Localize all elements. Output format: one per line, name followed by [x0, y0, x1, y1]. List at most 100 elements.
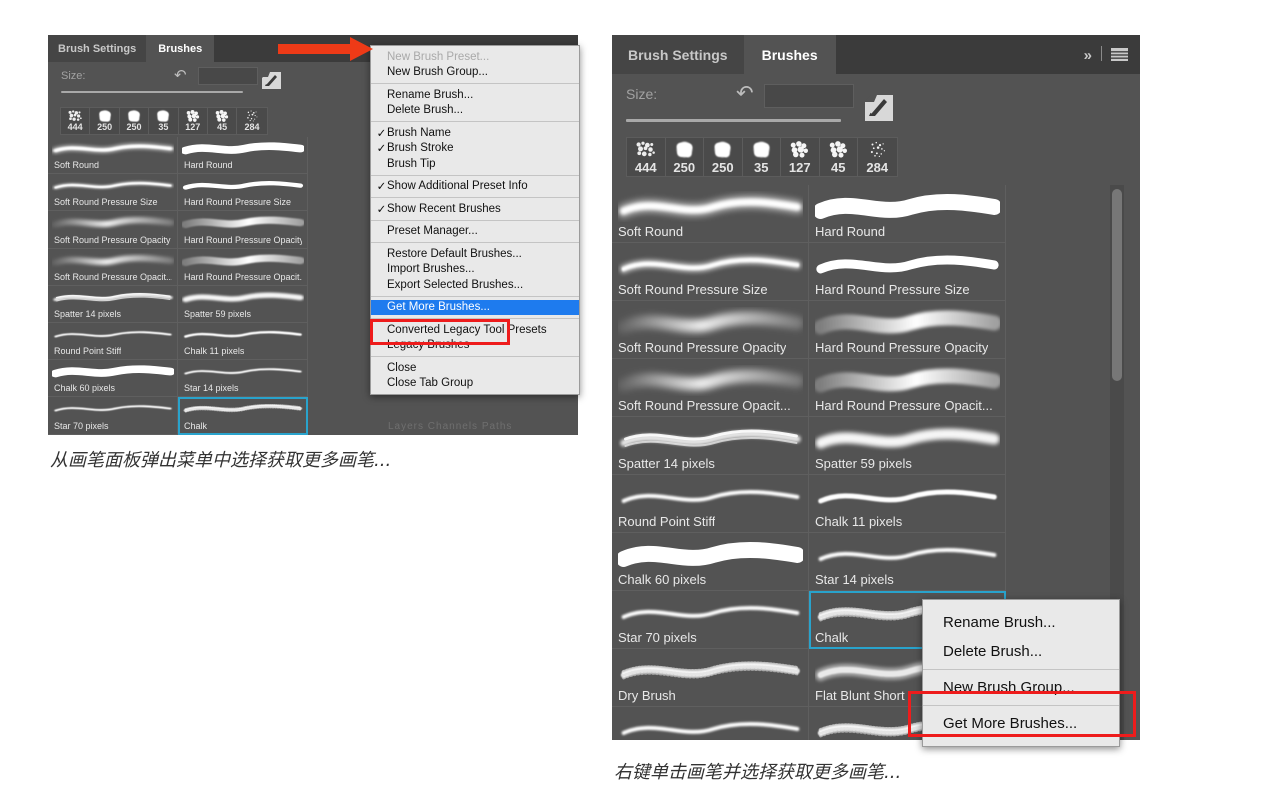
- brush-item[interactable]: Hard Round: [809, 185, 1006, 243]
- menu-separator: [371, 174, 579, 176]
- recent-brush-thumb[interactable]: 250: [666, 138, 704, 176]
- left-size-slider[interactable]: [61, 91, 243, 93]
- left-size-input[interactable]: [198, 67, 258, 85]
- brush-tip-preview: [710, 138, 735, 161]
- menu-item[interactable]: Get More Brushes...: [923, 709, 1119, 738]
- right-panel-scroll-thumb[interactable]: [1112, 189, 1122, 381]
- reset-arrow-icon[interactable]: ↶: [174, 66, 187, 84]
- brush-item-selected[interactable]: Chalk: [178, 397, 308, 435]
- brush-item[interactable]: Soft Round Pressure Size: [612, 243, 809, 301]
- tab-brushes[interactable]: Brushes: [743, 35, 836, 74]
- menu-item[interactable]: Converted Legacy Tool Presets: [371, 322, 579, 338]
- menu-item[interactable]: Rename Brush...: [371, 87, 579, 103]
- brush-folder-icon[interactable]: [865, 95, 893, 121]
- recent-brush-thumb[interactable]: 35: [149, 108, 179, 134]
- tab-brushes[interactable]: Brushes: [146, 35, 215, 62]
- recent-brush-thumb[interactable]: 444: [627, 138, 666, 176]
- right-context-menu[interactable]: Rename Brush... Delete Brush... New Brush …: [922, 599, 1120, 747]
- brush-item[interactable]: Soft Round: [48, 137, 178, 175]
- recent-brush-thumb[interactable]: 35: [743, 138, 781, 176]
- brush-stroke-graphic: [53, 292, 173, 302]
- menu-item[interactable]: Preset Manager...: [371, 224, 579, 240]
- menu-item[interactable]: Close: [371, 360, 579, 376]
- brush-item[interactable]: Hard Round Pressure Opacity: [809, 301, 1006, 359]
- recent-brush-thumb[interactable]: 45: [208, 108, 238, 134]
- double-chevron-right-icon[interactable]: »: [1084, 47, 1092, 64]
- menu-item[interactable]: Legacy Brushes: [371, 338, 579, 354]
- brush-item[interactable]: Star 70 pixels: [612, 591, 809, 649]
- brush-item[interactable]: Chalk 11 pixels: [809, 475, 1006, 533]
- menu-item[interactable]: Brush Tip: [371, 156, 579, 172]
- brush-item[interactable]: Hard Round Pressure Opacit...: [178, 248, 308, 286]
- menu-item[interactable]: Export Selected Brushes...: [371, 277, 579, 293]
- menu-item[interactable]: ✓ Show Recent Brushes: [371, 201, 579, 217]
- brush-item[interactable]: Star 14 pixels: [809, 533, 1006, 591]
- brush-name-label: Hard Round Pressure Opacit...: [815, 398, 993, 413]
- menu-item[interactable]: Get More Brushes...: [371, 299, 579, 315]
- brush-item[interactable]: Soft Round Pressure Size: [48, 174, 178, 212]
- brush-stroke-graphic: [621, 489, 800, 503]
- brush-item[interactable]: [612, 707, 809, 740]
- tab-brush-settings[interactable]: Brush Settings: [48, 35, 147, 62]
- brush-item[interactable]: Chalk 11 pixels: [178, 322, 308, 361]
- menu-separator: [371, 356, 579, 357]
- menu-item[interactable]: Close Tab Group: [371, 376, 579, 392]
- recent-brush-thumb[interactable]: 45: [820, 138, 858, 176]
- left-panel-flyout-menu[interactable]: New Brush Preset... New Brush Group... Ren…: [370, 45, 580, 395]
- brush-item[interactable]: Round Point Stiff: [48, 322, 178, 361]
- menu-item[interactable]: ✓ Brush Stroke: [371, 141, 579, 157]
- reset-arrow-icon[interactable]: ↶: [736, 81, 754, 106]
- menu-item-label: Close: [387, 361, 417, 374]
- menu-item[interactable]: Delete Brush...: [371, 103, 579, 119]
- brush-stroke-graphic: [180, 254, 305, 266]
- tab-brush-settings-label: Brush Settings: [58, 42, 137, 55]
- brush-stroke-graphic: [53, 181, 173, 190]
- brush-item[interactable]: Dry Brush: [612, 649, 809, 707]
- tab-brush-settings[interactable]: Brush Settings: [612, 35, 744, 74]
- recent-brush-thumb[interactable]: 284: [858, 138, 897, 176]
- menu-item[interactable]: ✓ Brush Name: [371, 125, 579, 141]
- brush-tip-preview: [154, 108, 172, 123]
- brush-item[interactable]: Spatter 59 pixels: [178, 285, 308, 323]
- recent-brush-thumb[interactable]: 250: [90, 108, 120, 134]
- recent-brush-size-label: 127: [788, 160, 811, 175]
- brush-item[interactable]: Hard Round Pressure Size: [178, 174, 308, 212]
- brush-tip-preview: [243, 108, 261, 123]
- hamburger-menu-icon[interactable]: [1111, 48, 1128, 61]
- recent-brush-thumb[interactable]: 250: [704, 138, 743, 176]
- menu-item[interactable]: ✓ Show Additional Preset Info: [371, 179, 579, 195]
- brush-stroke-preview: [617, 187, 804, 227]
- brush-item[interactable]: Hard Round Pressure Opacity: [178, 211, 308, 249]
- menu-item[interactable]: Import Brushes...: [371, 262, 579, 278]
- brush-item[interactable]: Spatter 14 pixels: [48, 285, 178, 323]
- recent-brush-thumb[interactable]: 250: [120, 108, 150, 134]
- menu-item[interactable]: Rename Brush...: [923, 608, 1119, 637]
- brush-item[interactable]: Spatter 59 pixels: [809, 417, 1006, 475]
- recent-brush-thumb[interactable]: 127: [781, 138, 820, 176]
- brush-name-label: Chalk: [815, 630, 849, 645]
- menu-item[interactable]: Delete Brush...: [923, 637, 1119, 666]
- brush-item[interactable]: Soft Round Pressure Opacity: [612, 301, 809, 359]
- brush-item[interactable]: Soft Round Pressure Opacit...: [612, 359, 809, 417]
- brush-item[interactable]: Hard Round: [178, 137, 308, 175]
- right-size-input[interactable]: [764, 84, 854, 108]
- brush-item[interactable]: Chalk 60 pixels: [612, 533, 809, 591]
- brush-item[interactable]: Round Point Stiff: [612, 475, 809, 533]
- right-size-slider[interactable]: [626, 119, 841, 122]
- brush-item[interactable]: Soft Round Pressure Opacity: [48, 211, 178, 249]
- brush-item[interactable]: Hard Round Pressure Opacit...: [809, 359, 1006, 417]
- brush-item[interactable]: Soft Round: [612, 185, 809, 243]
- brush-item[interactable]: Star 14 pixels: [178, 360, 308, 398]
- brush-item[interactable]: Star 70 pixels: [48, 397, 178, 435]
- brush-item[interactable]: Hard Round Pressure Size: [809, 243, 1006, 301]
- recent-brush-thumb[interactable]: 127: [179, 108, 208, 134]
- recent-brush-thumb[interactable]: 444: [61, 108, 91, 134]
- menu-item[interactable]: New Brush Group...: [371, 65, 579, 81]
- brush-folder-icon[interactable]: [262, 72, 281, 89]
- menu-item[interactable]: Restore Default Brushes...: [371, 246, 579, 262]
- recent-brush-thumb[interactable]: 284: [237, 108, 266, 134]
- brush-item[interactable]: Chalk 60 pixels: [48, 360, 178, 398]
- brush-item[interactable]: Soft Round Pressure Opacit...: [48, 248, 178, 286]
- menu-item[interactable]: New Brush Group...: [923, 673, 1119, 702]
- brush-item[interactable]: Spatter 14 pixels: [612, 417, 809, 475]
